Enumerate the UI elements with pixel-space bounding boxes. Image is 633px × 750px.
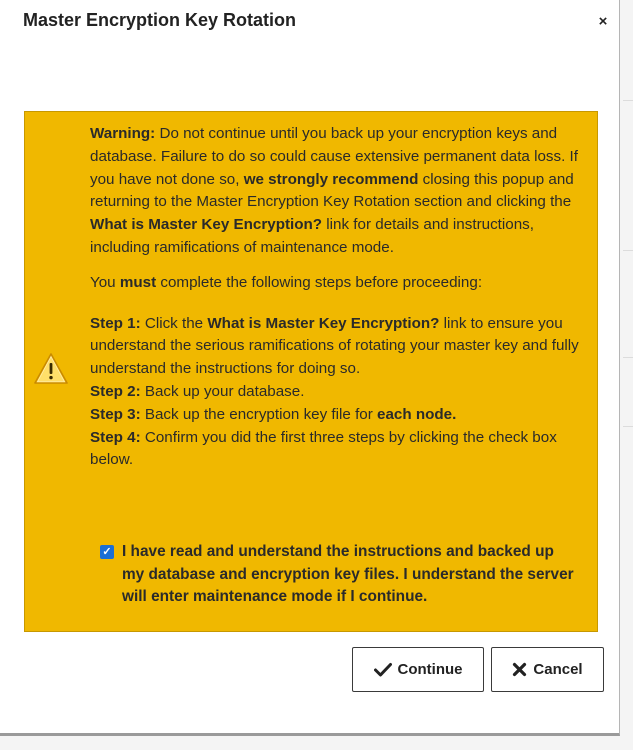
step-3: Step 3: Back up the encryption key file … (90, 404, 590, 427)
checkmark-icon (373, 663, 392, 677)
confirm-checkbox[interactable]: ✓ (100, 545, 114, 559)
continue-button[interactable]: Continue (352, 647, 484, 692)
step-label: Step 3: (90, 405, 141, 423)
steps-intro-text: You (90, 273, 120, 291)
step-text: Confirm you did the first three steps by… (90, 428, 557, 469)
cancel-button-label: Cancel (533, 661, 583, 678)
step-1: Step 1: Click the What is Master Key Enc… (90, 313, 590, 381)
steps-intro: You must complete the following steps be… (90, 272, 590, 295)
warning-message: Warning: Do not continue until you back … (90, 123, 590, 472)
cancel-button[interactable]: Cancel (491, 647, 604, 692)
step-4: Step 4: Confirm you did the first three … (90, 427, 590, 473)
warning-panel: Warning: Do not continue until you back … (24, 111, 598, 632)
x-icon (513, 662, 527, 677)
background-divider (623, 426, 633, 427)
step-2: Step 2: Back up your database. (90, 381, 590, 404)
step-label: Step 1: (90, 314, 141, 332)
dialog-titlebar: Master Encryption Key Rotation × (0, 0, 620, 44)
background-divider (623, 250, 633, 251)
warning-triangle-icon (34, 353, 68, 384)
warning-link-reference: What is Master Key Encryption? (90, 216, 323, 234)
warning-paragraph: Warning: Do not continue until you back … (90, 123, 590, 260)
step-label: Step 2: (90, 382, 141, 400)
steps-intro-emphasis: must (119, 273, 157, 291)
warning-emphasis: we strongly recommend (243, 170, 419, 188)
background-divider (623, 100, 633, 101)
close-icon[interactable]: × (599, 13, 608, 30)
dialog-title: Master Encryption Key Rotation (23, 10, 297, 30)
background-divider (623, 357, 633, 358)
steps-intro-text: complete the following steps before proc… (156, 273, 483, 291)
confirm-checkbox-row[interactable]: ✓ I have read and understand the instruc… (100, 541, 580, 609)
step-text: Back up the encryption key file for (140, 405, 378, 423)
close-button[interactable]: × (593, 12, 613, 32)
step-emphasis: each node. (377, 405, 457, 423)
step-text: Back up your database. (140, 382, 305, 400)
continue-button-label: Continue (397, 661, 463, 678)
step-text: Click the (140, 314, 208, 332)
step-label: Step 4: (90, 428, 141, 446)
step-link-reference: What is Master Key Encryption? (207, 314, 440, 332)
key-rotation-dialog: Master Encryption Key Rotation × Warning… (0, 0, 620, 736)
warning-label: Warning: (90, 125, 156, 142)
confirm-label[interactable]: I have read and understand the instructi… (100, 541, 580, 609)
